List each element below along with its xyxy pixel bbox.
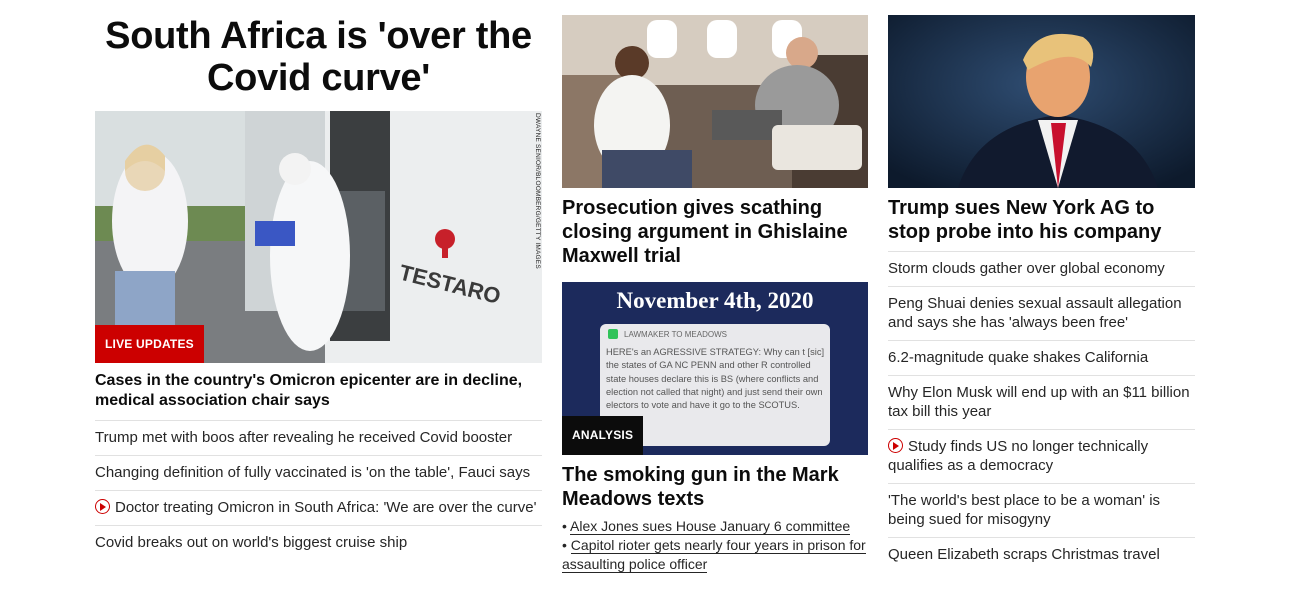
video-play-icon bbox=[95, 499, 110, 514]
maxwell-photo bbox=[562, 15, 868, 188]
covid-links-list: Trump met with boos after revealing he r… bbox=[95, 421, 542, 560]
trump-headline[interactable]: Trump sues New York AG to stop probe int… bbox=[888, 188, 1195, 252]
list-item[interactable]: Trump met with boos after revealing he r… bbox=[95, 421, 542, 456]
list-item[interactable]: Why Elon Musk will end up with an $11 bi… bbox=[888, 376, 1195, 430]
link-text[interactable]: Covid breaks out on world's biggest crui… bbox=[95, 534, 407, 551]
list-item[interactable]: Covid breaks out on world's biggest crui… bbox=[95, 526, 542, 560]
list-item[interactable]: 'The world's best place to be a woman' i… bbox=[888, 484, 1195, 538]
list-item[interactable]: Changing definition of fully vaccinated … bbox=[95, 456, 542, 491]
live-updates-badge[interactable]: LIVE UPDATES bbox=[95, 325, 204, 363]
list-item[interactable]: Doctor treating Omicron in South Africa:… bbox=[95, 491, 542, 526]
maxwell-headline[interactable]: Prosecution gives scathing closing argum… bbox=[562, 188, 868, 268]
link-text[interactable]: Trump met with boos after revealing he r… bbox=[95, 429, 512, 446]
meadows-texts-image[interactable]: November 4th, 2020 LAWMAKER TO MEADOWS H… bbox=[562, 282, 868, 455]
link-text[interactable]: Doctor treating Omicron in South Africa:… bbox=[115, 499, 536, 516]
related-link-text[interactable]: Capitol rioter gets nearly four years in… bbox=[562, 537, 866, 573]
column-trump: Trump sues New York AG to stop probe int… bbox=[888, 15, 1195, 572]
related-link-text[interactable]: Alex Jones sues House January 6 committe… bbox=[570, 518, 851, 535]
list-item[interactable]: Peng Shuai denies sexual assault allegat… bbox=[888, 287, 1195, 341]
graphic-msg-header: LAWMAKER TO MEADOWS bbox=[624, 330, 727, 339]
link-text[interactable]: Why Elon Musk will end up with an $11 bi… bbox=[888, 384, 1190, 420]
list-item[interactable]: 6.2-magnitude quake shakes California bbox=[888, 341, 1195, 376]
meadows-headline[interactable]: The smoking gun in the Mark Meadows text… bbox=[562, 455, 868, 511]
trump-image[interactable] bbox=[888, 15, 1195, 188]
graphic-date: November 4th, 2020 bbox=[617, 288, 814, 313]
trump-photo bbox=[888, 15, 1195, 188]
list-item[interactable]: Study finds US no longer technically qua… bbox=[888, 430, 1195, 484]
link-text[interactable]: Peng Shuai denies sexual assault allegat… bbox=[888, 295, 1182, 331]
related-links: • Alex Jones sues House January 6 commit… bbox=[562, 517, 868, 574]
video-play-icon bbox=[888, 438, 903, 453]
covid-testing-image[interactable]: TESTARO DWAYNE SENIOR/BLOOMBERG/GETTY IM… bbox=[95, 111, 542, 363]
link-text[interactable]: Queen Elizabeth scraps Christmas travel bbox=[888, 546, 1160, 563]
column-news: Prosecution gives scathing closing argum… bbox=[562, 15, 868, 574]
column-covid: South Africa is 'over the Covid curve' T… bbox=[95, 15, 542, 560]
related-link[interactable]: • Alex Jones sues House January 6 commit… bbox=[562, 517, 868, 536]
list-item[interactable]: Storm clouds gather over global economy bbox=[888, 252, 1195, 287]
link-text[interactable]: Study finds US no longer technically qua… bbox=[888, 438, 1148, 474]
graphic-msg-body: HERE's an AGRESSIVE STRATEGY: Why can t … bbox=[606, 347, 825, 411]
link-text[interactable]: 'The world's best place to be a woman' i… bbox=[888, 492, 1160, 528]
hero-title[interactable]: South Africa is 'over the Covid curve' bbox=[95, 15, 542, 111]
maxwell-image[interactable] bbox=[562, 15, 868, 188]
image-credit: DWAYNE SENIOR/BLOOMBERG/GETTY IMAGES bbox=[534, 113, 541, 269]
link-text[interactable]: Changing definition of fully vaccinated … bbox=[95, 464, 530, 481]
list-item[interactable]: Queen Elizabeth scraps Christmas travel bbox=[888, 538, 1195, 572]
link-text[interactable]: 6.2-magnitude quake shakes California bbox=[888, 349, 1148, 366]
related-link[interactable]: • Capitol rioter gets nearly four years … bbox=[562, 536, 868, 574]
analysis-badge[interactable]: ANALYSIS bbox=[562, 416, 644, 455]
link-text[interactable]: Storm clouds gather over global economy bbox=[888, 260, 1165, 277]
trump-links-list: Storm clouds gather over global economy … bbox=[888, 252, 1195, 572]
lead-headline[interactable]: Cases in the country's Omicron epicenter… bbox=[95, 363, 542, 421]
